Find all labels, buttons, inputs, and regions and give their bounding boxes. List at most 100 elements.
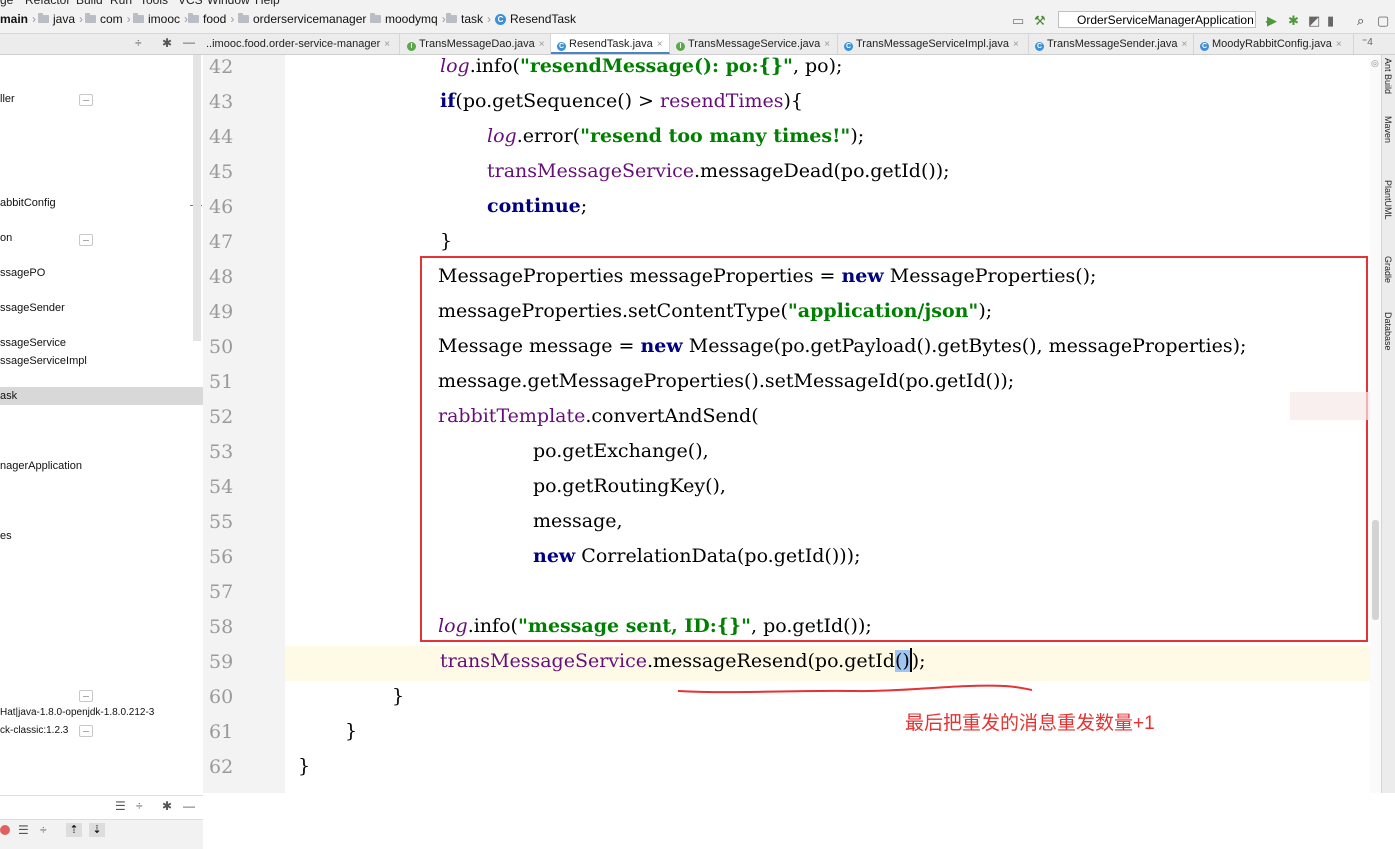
fold-icon[interactable] (79, 234, 93, 246)
menu-item[interactable]: Window (207, 0, 250, 7)
list-icon[interactable]: ☰ (18, 823, 29, 837)
database-tab[interactable]: Database (1383, 312, 1393, 351)
menu-item[interactable]: Build (76, 0, 103, 7)
line-number: 46 (209, 196, 234, 218)
breadcrumb-item[interactable]: com › (85, 12, 135, 26)
run-icon[interactable]: ▶ (1267, 13, 1277, 29)
tree-item[interactable]: ssagePO (0, 267, 45, 279)
gear-icon[interactable]: ✱ (162, 799, 172, 813)
breadcrumb-item[interactable]: moodymq › (370, 12, 450, 26)
line-number: 49 (209, 301, 234, 323)
project-scrollbar[interactable] (193, 55, 201, 341)
tabs-overflow-icon[interactable]: ⁼4 (1362, 37, 1373, 48)
menu-item[interactable]: Help (255, 0, 280, 7)
tree-item[interactable]: ssageSender (0, 302, 65, 314)
plantuml-tab[interactable]: PlantUML (1383, 180, 1393, 220)
breadcrumb-item[interactable]: imooc › (133, 12, 192, 26)
tree-item[interactable]: nagerApplication (0, 460, 82, 472)
class-icon: C (1035, 42, 1044, 51)
collapse-icon[interactable]: ÷ (135, 36, 142, 50)
breadcrumb-item[interactable]: orderservicemanager› (238, 12, 378, 26)
more-icon[interactable]: ▢ (1377, 13, 1389, 29)
code-line[interactable]: } (345, 714, 357, 749)
code-line[interactable]: if(po.getSequence() > resendTimes){ (440, 84, 803, 119)
ant-build-tab[interactable]: Ant Build (1383, 58, 1393, 94)
maven-tab[interactable]: Maven (1383, 116, 1393, 143)
line-number: 54 (209, 476, 234, 498)
tree-item[interactable]: Hat|java-1.8.0-openjdk-1.8.0.212-3 (0, 707, 154, 718)
code-token: } (392, 685, 405, 707)
breadcrumb-item[interactable]: C ResendTask (495, 12, 576, 26)
close-icon[interactable]: × (384, 39, 390, 50)
breadcrumb-item[interactable]: task › (446, 12, 495, 26)
code-token: } (440, 230, 453, 252)
fold-icon[interactable] (79, 94, 93, 106)
pin-up-icon[interactable]: ⇡ (66, 823, 82, 837)
hide-icon[interactable]: — (183, 35, 195, 49)
coverage-icon[interactable]: ◩ (1308, 13, 1320, 29)
code-token: ); (850, 125, 865, 147)
collapse-all-icon[interactable]: ÷ (136, 799, 143, 813)
tab-5[interactable]: C TransMessageSender.java × (1029, 34, 1194, 54)
profile-icon[interactable]: ▮ (1327, 13, 1334, 29)
code-line[interactable]: transMessageService.messageResend(po.get… (440, 644, 926, 679)
debug-icon[interactable]: ✱ (1288, 13, 1299, 29)
menu-item[interactable]: Tools (140, 0, 168, 7)
tab-0[interactable]: ..imooc.food.order-service-manager × (200, 34, 400, 54)
line-number: 55 (209, 511, 234, 533)
sort-icon[interactable]: ÷ (40, 823, 47, 837)
breadcrumb-item[interactable]: main › (0, 12, 40, 26)
scrollbar-thumb[interactable] (1372, 520, 1379, 620)
code-line[interactable]: } (392, 679, 404, 714)
tree-item[interactable]: ck-classic:1.2.3 (0, 725, 68, 736)
project-panel: ller abbitConfig on ssagePO ssageSender ssage… (0, 55, 204, 849)
line-number: 59 (209, 651, 234, 673)
code-line[interactable]: continue; (487, 189, 587, 224)
tree-item[interactable]: abbitConfig (0, 197, 56, 209)
error-icon[interactable] (0, 825, 10, 835)
code-token: if (440, 90, 456, 112)
expand-all-icon[interactable]: ☰ (115, 799, 126, 813)
code-token: () (894, 650, 910, 672)
code-token: log (487, 125, 517, 147)
close-icon[interactable]: × (1336, 39, 1342, 50)
code-line[interactable]: log.error("resend too many times!"); (487, 119, 864, 154)
menu-item[interactable]: Refactor (25, 0, 70, 7)
layout-icon[interactable]: ▭ (1012, 13, 1024, 29)
breadcrumb-item[interactable]: java › (38, 12, 87, 26)
code-line[interactable]: log.info("resendMessage(): po:{}", po); (440, 49, 842, 84)
fold-icon[interactable] (79, 725, 93, 737)
tree-item[interactable]: es (0, 530, 12, 542)
tree-item[interactable]: ller (0, 93, 15, 105)
gradle-tab[interactable]: Gradle (1383, 256, 1393, 283)
menu-item[interactable]: Run (110, 0, 132, 7)
tab-6[interactable]: C MoodyRabbitConfig.java × (1194, 34, 1354, 54)
class-icon: C (495, 13, 506, 25)
tree-item[interactable]: ssageServiceImpl (0, 355, 87, 367)
tab-4[interactable]: C TransMessageServiceImpl.java × (838, 34, 1029, 54)
search-icon[interactable]: ⌕ (1357, 13, 1364, 29)
menu-item[interactable]: ge (0, 0, 13, 7)
menu-item[interactable]: VCS (178, 0, 203, 7)
panel-bottom-toolbar: ☰ ÷ ⇡ ⇣ (0, 819, 203, 849)
run-configuration-select[interactable]: OrderServiceManagerApplication ⌄ (1058, 11, 1273, 28)
pin-down-icon[interactable]: ⇣ (89, 823, 105, 837)
breadcrumb-item[interactable]: food › (188, 12, 238, 26)
tree-item[interactable]: ssageService (0, 337, 66, 349)
line-number: 48 (209, 266, 234, 288)
code-token: transMessageService (487, 160, 695, 182)
breadcrumb-separator-icon: › (79, 12, 84, 26)
code-line[interactable]: } (440, 224, 452, 259)
code-token: transMessageService (440, 650, 648, 672)
hide-icon[interactable]: — (183, 799, 195, 813)
build-hammer-icon[interactable]: ⚒ (1034, 13, 1046, 29)
fold-icon[interactable] (79, 690, 93, 702)
gear-icon[interactable]: ✱ (162, 36, 172, 50)
close-icon[interactable]: × (1013, 39, 1019, 50)
tree-item[interactable]: ask (0, 390, 17, 402)
code-line[interactable]: } (298, 749, 310, 784)
editor-scrollbar[interactable]: ◎ (1370, 55, 1381, 793)
close-icon[interactable]: × (1181, 39, 1187, 50)
tree-item[interactable]: on (0, 232, 12, 244)
code-line[interactable]: transMessageService.messageDead(po.getId… (487, 154, 950, 189)
